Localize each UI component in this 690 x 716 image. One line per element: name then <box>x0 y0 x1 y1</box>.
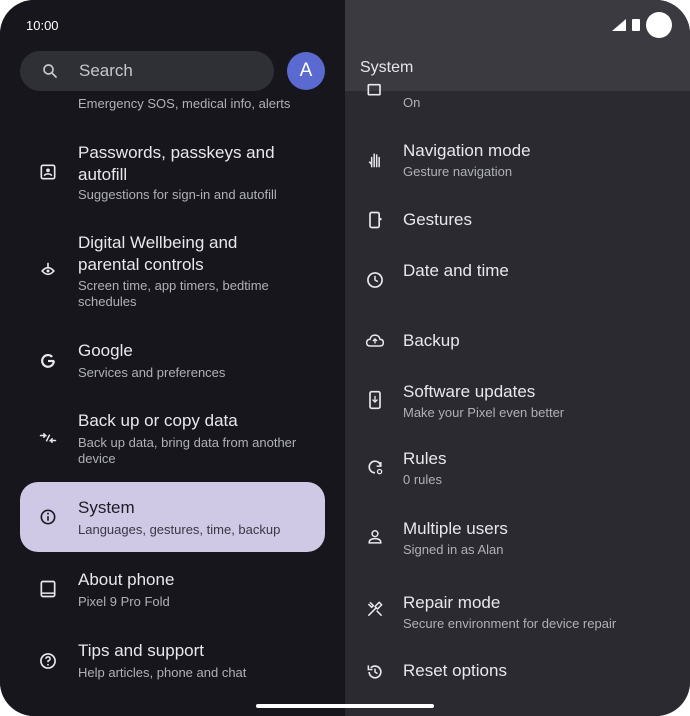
list-item-subtitle: Signed in as Alan <box>403 542 504 557</box>
clock-icon <box>367 272 383 288</box>
status-time: 10:00 <box>26 18 59 33</box>
list-item-navigation-mode[interactable]: Navigation mode Gesture navigation <box>345 138 690 186</box>
list-item-title: Backup <box>403 331 460 350</box>
display-icon <box>367 83 381 96</box>
gestures-phone-icon <box>369 211 382 229</box>
detail-title: System <box>360 59 414 76</box>
list-item-subtitle: Help articles, phone and chat <box>78 665 247 680</box>
list-item-subtitle: Secure environment for device repair <box>403 616 617 631</box>
avatar[interactable]: A <box>287 52 325 90</box>
system-update-icon <box>369 390 381 410</box>
list-item-title: Digital Wellbeing and parental controls <box>78 233 238 274</box>
gesture-nav-handle[interactable] <box>256 704 434 708</box>
list-item-digital-wellbeing[interactable]: Digital Wellbeing and parental controls … <box>0 229 345 315</box>
list-item-title: Passwords, passkeys and autofill <box>78 143 275 184</box>
google-icon <box>41 354 55 368</box>
list-item-subtitle: Gesture navigation <box>403 164 513 179</box>
info-icon <box>40 509 56 525</box>
search-icon <box>43 64 57 78</box>
list-item-subtitle: Suggestions for sign-in and autofill <box>78 187 277 202</box>
list-item-title: Back up or copy data <box>78 411 238 430</box>
list-item-subtitle: Services and preferences <box>78 365 226 380</box>
list-item-system[interactable]: System Languages, gestures, time, backup <box>0 494 345 544</box>
list-item-title: Multiple users <box>403 519 508 538</box>
list-item-title: Reset options <box>403 661 507 680</box>
list-item-title: Google <box>78 341 133 360</box>
list-item-tips-support[interactable]: Tips and support Help articles, phone an… <box>0 637 345 687</box>
person-icon <box>368 530 382 544</box>
list-item-title: System <box>78 498 135 517</box>
help-icon <box>40 653 56 669</box>
list-item-safety-emergency[interactable]: Emergency SOS, medical info, alerts <box>0 92 345 116</box>
detail-header: System <box>345 0 690 91</box>
list-item-software-updates[interactable]: Software updates Make your Pixel even be… <box>345 379 690 427</box>
list-item-title: Rules <box>403 449 447 468</box>
list-item-title: Navigation mode <box>403 141 531 160</box>
search-placeholder: Search <box>79 61 133 80</box>
list-item-google[interactable]: Google Services and preferences <box>0 338 345 388</box>
list-item-date-time[interactable]: Date and time <box>345 258 690 298</box>
wellbeing-icon <box>41 262 55 276</box>
repair-icon <box>367 601 383 617</box>
list-item-display-partial[interactable]: On <box>345 83 690 115</box>
list-item-backup-copy[interactable]: Back up or copy data Back up data, bring… <box>0 408 345 470</box>
list-item-title: Gestures <box>403 210 472 229</box>
list-item-subtitle: Back up data, bring data from another de… <box>78 435 297 466</box>
list-item-backup[interactable]: Backup <box>345 326 690 356</box>
gesture-hand-icon <box>368 153 380 168</box>
list-item-subtitle: Screen time, app timers, bedtime schedul… <box>78 278 269 309</box>
cloud-upload-icon <box>365 334 385 347</box>
reset-icon <box>367 665 382 679</box>
list-item-subtitle: Pixel 9 Pro Fold <box>78 594 170 609</box>
list-item-about-phone[interactable]: About phone Pixel 9 Pro Fold <box>0 566 345 616</box>
list-item-subtitle: 0 rules <box>403 472 443 487</box>
search-bar[interactable]: Search <box>20 51 274 91</box>
list-item-subtitle: Languages, gestures, time, backup <box>78 522 281 537</box>
list-item-subtitle: Make your Pixel even better <box>403 405 565 420</box>
settings-main-pane: 10:00 Search A Emergency SOS, medical in… <box>0 0 345 716</box>
battery-icon <box>632 19 640 31</box>
system-detail-pane: System On Navigation mode Gesture naviga… <box>345 0 690 716</box>
password-icon <box>40 164 56 180</box>
status-icons <box>612 12 672 38</box>
list-item-rules[interactable]: Rules 0 rules <box>345 446 690 494</box>
backup-copy-icon <box>39 433 57 443</box>
list-item-repair-mode[interactable]: Repair mode Secure environment for devic… <box>345 590 690 638</box>
rules-icon <box>368 460 383 475</box>
list-item-reset-options[interactable]: Reset options <box>345 658 690 688</box>
signal-icon <box>612 19 626 31</box>
list-item-multiple-users[interactable]: Multiple users Signed in as Alan <box>345 516 690 564</box>
list-item-title: About phone <box>78 570 175 589</box>
list-item-title: Tips and support <box>78 641 204 660</box>
phone-icon <box>40 580 56 598</box>
list-item-title: Repair mode <box>403 593 501 612</box>
list-item-passwords[interactable]: Passwords, passkeys and autofill Suggest… <box>0 138 345 208</box>
list-item-gestures[interactable]: Gestures <box>345 206 690 236</box>
device-frame: 10:00 Search A Emergency SOS, medical in… <box>0 0 690 716</box>
list-item-title: Software updates <box>403 382 536 401</box>
list-item-subtitle: On <box>403 95 421 110</box>
camera-cutout <box>646 12 672 38</box>
list-item-title: Date and time <box>403 261 509 280</box>
list-item-subtitle: Emergency SOS, medical info, alerts <box>78 96 291 111</box>
